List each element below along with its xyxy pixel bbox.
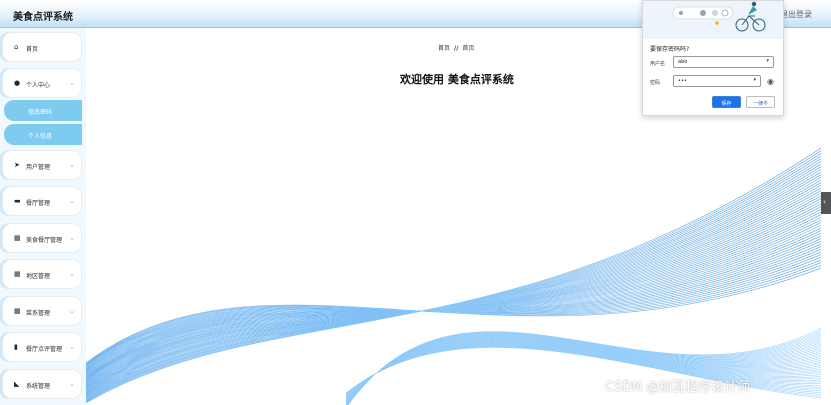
sidebar-item-label: 菜系管理 [26, 310, 51, 317]
sidebar-item-label: 首页 [26, 46, 39, 53]
chevron-down-icon: ⌄ [69, 161, 75, 169]
wave-line [86, 225, 821, 378]
message-icon: ▬ [14, 197, 21, 205]
breadcrumb: 首页//首页 [438, 43, 474, 52]
sidebar-item-label: 餐厅管理 [26, 200, 51, 207]
sidebar-item-food-restaurant-management[interactable]: ▦ 美食餐厅管理 ⌄ [2, 223, 82, 253]
sidebar-item-label: 地区管理 [26, 273, 51, 280]
sidebar-item-label: 餐厅点评管理 [26, 346, 63, 353]
grid-icon: ▦ [14, 270, 21, 278]
chart-icon: ▮ [14, 343, 18, 351]
password-illustration [643, 1, 783, 39]
chevron-left-icon: ‹ [823, 198, 826, 206]
chevron-down-icon: ⌄ [69, 380, 75, 388]
breadcrumb-home[interactable]: 首页 [438, 45, 450, 52]
wave-line [86, 158, 821, 400]
app-title: 美食点评系统 [13, 12, 73, 23]
sidebar-item-restaurant-management[interactable]: ▬ 餐厅管理 ⌄ [2, 186, 82, 216]
save-button[interactable]: 保存 [712, 96, 741, 108]
submenu-item-personal-info[interactable]: 个人信息 [4, 124, 82, 145]
submenu-item-label: 修改密码 [28, 109, 53, 116]
sidebar-item-label: 个人中心 [26, 82, 51, 89]
sidebar-item-system-management[interactable]: ◣ 系统管理 ⌄ [2, 369, 82, 399]
popup-title: 要保存密码吗? [650, 46, 690, 53]
username-select[interactable]: abo ▾ [673, 56, 774, 68]
never-button-label: 一律不 [752, 101, 768, 107]
sidebar-item-review-management[interactable]: ▮ 餐厅点评管理 ⌄ [2, 332, 82, 362]
wave-line [86, 182, 821, 392]
sidebar-item-personal-center[interactable]: ● 个人中心 ⌄ [2, 68, 82, 98]
csdn-watermark: CSDN @加瓦程序设计师 [605, 380, 751, 395]
chevron-down-icon: ⌄ [69, 197, 75, 205]
sidebar: ⌂ 首页 ● 个人中心 ⌄ 修改密码 个人信息 ➤ 用户管理 ⌄ ▬ 餐厅管理 … [0, 28, 86, 405]
home-icon: ⌂ [14, 43, 19, 51]
sidebar-item-home[interactable]: ⌂ 首页 [2, 32, 82, 62]
wave-line [86, 153, 821, 402]
password-value: ••• [678, 78, 687, 84]
sidebar-item-region-management[interactable]: ▦ 地区管理 ⌄ [2, 259, 82, 289]
username-label: 用户名 [650, 61, 666, 67]
send-icon: ➤ [14, 161, 20, 169]
never-button[interactable]: 一律不 [746, 96, 775, 108]
save-button-label: 保存 [721, 101, 732, 107]
grid-icon: ▦ [14, 234, 21, 242]
sidebar-item-cuisine-management[interactable]: ▦ 菜系管理 ⌄ [2, 296, 82, 326]
grid-icon: ▦ [14, 307, 21, 315]
chevron-down-icon: ⌄ [69, 307, 75, 315]
eye-icon[interactable]: ◉ [767, 77, 774, 86]
breadcrumb-current: 首页 [462, 45, 475, 52]
wave-background [86, 147, 821, 405]
password-select[interactable]: ••• ▾ [673, 75, 761, 87]
side-panel-toggle[interactable]: ‹ [821, 192, 831, 214]
sidebar-item-label: 系统管理 [26, 383, 51, 390]
wave-line [86, 177, 821, 394]
welcome-heading: 欢迎使用 美食点评系统 [400, 73, 514, 86]
password-label: 密码 [650, 80, 661, 86]
sidebar-item-label: 用户管理 [26, 164, 51, 171]
submenu-item-label: 个人信息 [28, 133, 53, 140]
breadcrumb-separator: // [454, 45, 459, 52]
truck-icon: ◣ [14, 380, 20, 388]
dropdown-arrow-icon: ▾ [766, 58, 769, 64]
logout-link[interactable]: 退出登录 [780, 9, 812, 20]
sidebar-item-user-management[interactable]: ➤ 用户管理 ⌄ [2, 150, 82, 180]
chevron-down-icon: ⌄ [69, 270, 75, 278]
user-icon: ● [14, 79, 21, 87]
chevron-down-icon: ⌄ [69, 343, 75, 351]
submenu-item-change-password[interactable]: 修改密码 [4, 100, 82, 121]
dropdown-arrow-icon: ▾ [753, 77, 756, 83]
chevron-down-icon: ⌄ [69, 79, 75, 87]
save-password-popup: 要保存密码吗? 用户名 abo ▾ 密码 ••• ▾ ◉ 保存 一律不 [642, 0, 784, 116]
chevron-down-icon: ⌄ [69, 234, 75, 242]
username-value: abo [678, 59, 688, 65]
sidebar-item-label: 美食餐厅管理 [26, 237, 63, 244]
